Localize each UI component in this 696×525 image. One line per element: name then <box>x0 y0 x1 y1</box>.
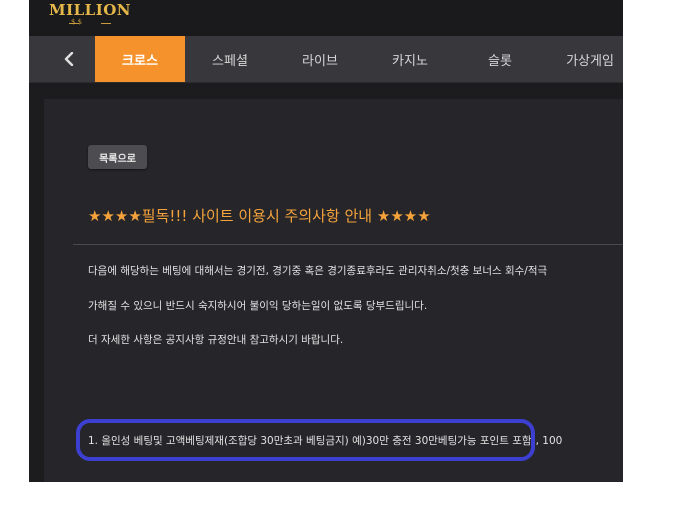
tab-cross[interactable]: 크로스 <box>95 36 185 82</box>
top-bar: MILLION $ $ <box>29 0 623 36</box>
chevron-left-icon <box>64 52 74 66</box>
title-divider <box>73 244 623 245</box>
tab-virtual-game[interactable]: 가상게임 <box>545 36 623 82</box>
post-title: ★★★★필독!!! 사이트 이용시 주의사항 안내 ★★★★ <box>88 207 431 225</box>
app-window: MILLION $ $ 크로스 스페셜 라이브 카지노 슬롯 가상게임 목록으로… <box>29 0 623 482</box>
tab-special[interactable]: 스페셜 <box>185 36 275 82</box>
tab-live[interactable]: 라이브 <box>275 36 365 82</box>
post-body-line: 더 자세한 사항은 공지사항 규정안내 참고하시기 바랍니다. <box>88 334 344 346</box>
brand-sub: $ $ <box>71 18 83 26</box>
post-body-line: 가해질 수 있으니 반드시 숙지하시어 불이익 당하는일이 없도록 당부드립니다… <box>88 300 428 312</box>
post-content-panel: 목록으로 ★★★★필독!!! 사이트 이용시 주의사항 안내 ★★★★ 다음에 … <box>44 99 623 482</box>
nav-back-button[interactable] <box>44 36 94 82</box>
brand-name: MILLION <box>49 1 132 19</box>
back-to-list-button[interactable]: 목록으로 <box>88 145 147 169</box>
tab-casino[interactable]: 카지노 <box>365 36 455 82</box>
main-nav: 크로스 스페셜 라이브 카지노 슬롯 가상게임 <box>29 36 623 83</box>
brand-logo[interactable]: MILLION $ $ <box>49 1 132 31</box>
tab-slot[interactable]: 슬롯 <box>455 36 545 82</box>
logo-line-right <box>101 23 111 24</box>
post-body-line: 다음에 해당하는 베팅에 대해서는 경기전, 경기중 혹은 경기종료후라도 관리… <box>88 265 548 277</box>
post-body-rule-1: 1. 올인성 베팅및 고액베팅제재(조합당 30만초과 베팅금지) 예)30만 … <box>88 435 563 447</box>
